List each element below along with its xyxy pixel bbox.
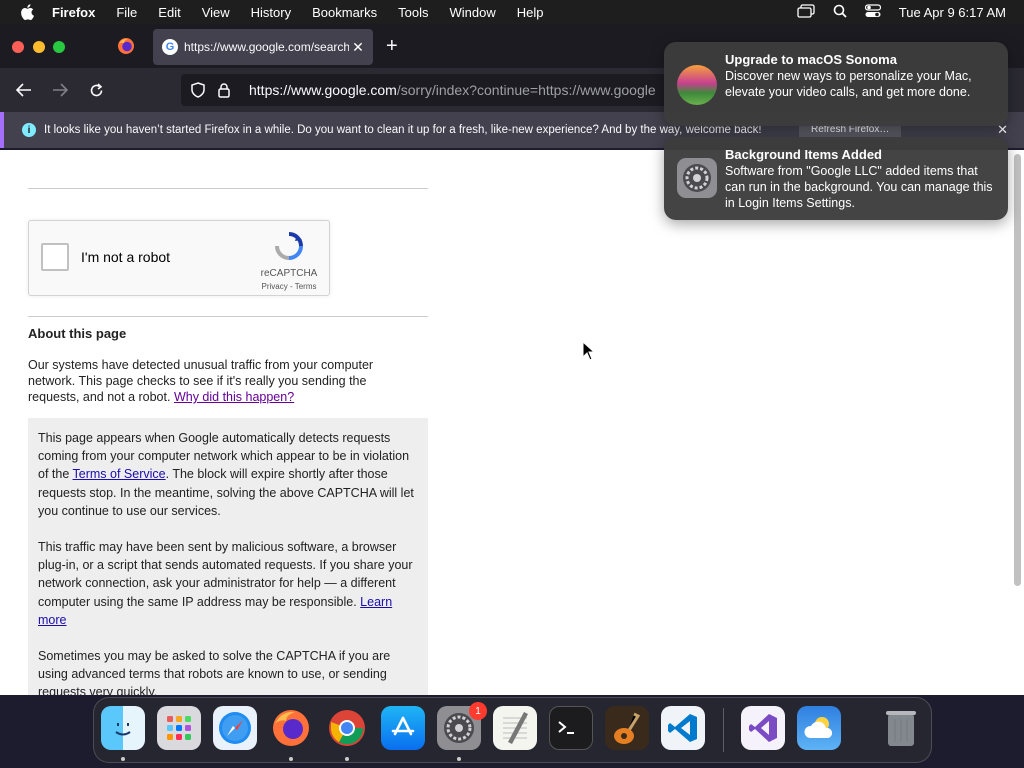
google-favicon-icon: G — [162, 39, 178, 55]
para2-text: This traffic may have been sent by malic… — [38, 540, 413, 609]
spotlight-search-icon[interactable] — [833, 4, 847, 21]
dock-separator — [723, 708, 724, 752]
why-did-this-happen-link[interactable]: Why did this happen? — [174, 390, 294, 404]
menu-file[interactable]: File — [116, 5, 137, 20]
notification-title: Upgrade to macOS Sonoma — [725, 52, 897, 67]
dock-vscode-icon[interactable] — [661, 706, 705, 750]
recaptcha-widget[interactable]: I'm not a robot reCAPTCHA Privacy - Term… — [28, 220, 330, 296]
dock-running-indicator — [121, 757, 125, 761]
macos-sonoma-icon — [677, 65, 717, 105]
system-settings-gear-icon — [677, 158, 717, 198]
menubar-clock[interactable]: Tue Apr 9 6:17 AM — [899, 5, 1006, 20]
dock-textedit-icon[interactable] — [493, 706, 537, 750]
divider — [28, 188, 428, 189]
recaptcha-logo: reCAPTCHA Privacy - Terms — [259, 231, 319, 291]
tab-close-icon[interactable]: ✕ — [349, 39, 367, 56]
recaptcha-privacy-terms[interactable]: Privacy - Terms — [259, 282, 319, 291]
info-box: This page appears when Google automatica… — [28, 418, 428, 695]
recaptcha-label: I'm not a robot — [81, 249, 171, 265]
menu-window[interactable]: Window — [450, 5, 496, 20]
dock-running-indicator — [289, 757, 293, 761]
info-paragraph-3: Sometimes you may be asked to solve the … — [38, 649, 391, 695]
new-tab-button[interactable]: + — [386, 36, 398, 56]
window-zoom-button[interactable] — [53, 41, 65, 53]
notification-message: It looks like you haven’t started Firefo… — [44, 124, 762, 136]
dock-app-store-icon[interactable] — [381, 706, 425, 750]
dock-chrome-icon[interactable] — [325, 706, 369, 750]
settings-badge: 1 — [469, 702, 487, 720]
notification-background-items[interactable]: Background Items Added Software from "Go… — [664, 137, 1008, 220]
menu-tools[interactable]: Tools — [398, 5, 428, 20]
dock-garageband-icon[interactable] — [605, 706, 649, 750]
terms-of-service-link[interactable]: Terms of Service — [73, 467, 166, 481]
notification-body: Discover new ways to personalize your Ma… — [725, 69, 972, 99]
firefox-view-button[interactable] — [108, 28, 144, 64]
firefox-icon — [118, 38, 134, 54]
back-arrow-icon — [16, 83, 31, 97]
about-paragraph: Our systems have detected unusual traffi… — [28, 357, 408, 405]
notification-accent — [0, 112, 4, 148]
dock-running-indicator — [345, 757, 349, 761]
tab-title: https://www.google.com/search — [184, 40, 349, 54]
recaptcha-brand: reCAPTCHA — [260, 268, 318, 279]
dock-visual-studio-icon[interactable] — [741, 706, 785, 750]
recaptcha-checkbox[interactable] — [41, 243, 69, 271]
url-bar[interactable]: https://www.google.com/sorry/index?conti… — [181, 74, 701, 106]
window-close-button[interactable] — [12, 41, 24, 53]
menu-history[interactable]: History — [251, 5, 291, 20]
apple-icon[interactable] — [18, 3, 36, 21]
forward-button[interactable] — [49, 79, 71, 101]
url-text[interactable]: https://www.google.com/sorry/index?conti… — [249, 82, 656, 98]
recaptcha-icon — [275, 232, 303, 260]
divider — [28, 316, 428, 317]
tab-google-search[interactable]: G https://www.google.com/search ✕ — [153, 29, 373, 65]
menu-help[interactable]: Help — [517, 5, 544, 20]
reload-button[interactable] — [85, 79, 107, 101]
forward-arrow-icon — [53, 83, 68, 97]
url-path: /sorry/index?continue=https://www.google — [396, 82, 656, 98]
screen-mirroring-icon[interactable] — [797, 3, 815, 21]
mouse-cursor-icon — [582, 341, 596, 361]
menu-app-name[interactable]: Firefox — [52, 5, 95, 20]
menu-bar: Firefox File Edit View History Bookmarks… — [0, 0, 1024, 24]
tracking-protection-shield-icon[interactable] — [189, 82, 207, 98]
notification-macos-sonoma[interactable]: Upgrade to macOS Sonoma Discover new way… — [664, 42, 1008, 126]
info-icon: i — [22, 123, 36, 137]
dock-weather-icon[interactable] — [797, 706, 841, 750]
dock-safari-icon[interactable] — [213, 706, 257, 750]
menu-bookmarks[interactable]: Bookmarks — [312, 5, 377, 20]
lock-icon[interactable] — [215, 82, 233, 98]
dock-trash-icon[interactable] — [879, 706, 923, 750]
dock-running-indicator — [457, 757, 461, 761]
control-center-icon[interactable] — [864, 3, 881, 21]
page-content[interactable]: I'm not a robot reCAPTCHA Privacy - Term… — [0, 150, 1024, 695]
reload-icon — [90, 82, 102, 96]
notification-title: Background Items Added — [725, 147, 882, 162]
dock-terminal-icon[interactable] — [549, 706, 593, 750]
info-paragraph-2: This traffic may have been sent by malic… — [38, 538, 418, 629]
dock-firefox-icon[interactable] — [269, 706, 313, 750]
window-minimize-button[interactable] — [33, 41, 45, 53]
page-scrollbar[interactable] — [1014, 154, 1021, 586]
menu-edit[interactable]: Edit — [158, 5, 180, 20]
info-paragraph-1: This page appears when Google automatica… — [38, 429, 418, 520]
back-button[interactable] — [13, 79, 35, 101]
dock-finder-icon[interactable] — [101, 706, 145, 750]
dock-launchpad-icon[interactable] — [157, 706, 201, 750]
url-host: https://www.google.com — [249, 82, 397, 98]
menu-view[interactable]: View — [202, 5, 230, 20]
about-heading: About this page — [28, 326, 127, 341]
notification-body: Software from "Google LLC" added items t… — [725, 164, 993, 210]
